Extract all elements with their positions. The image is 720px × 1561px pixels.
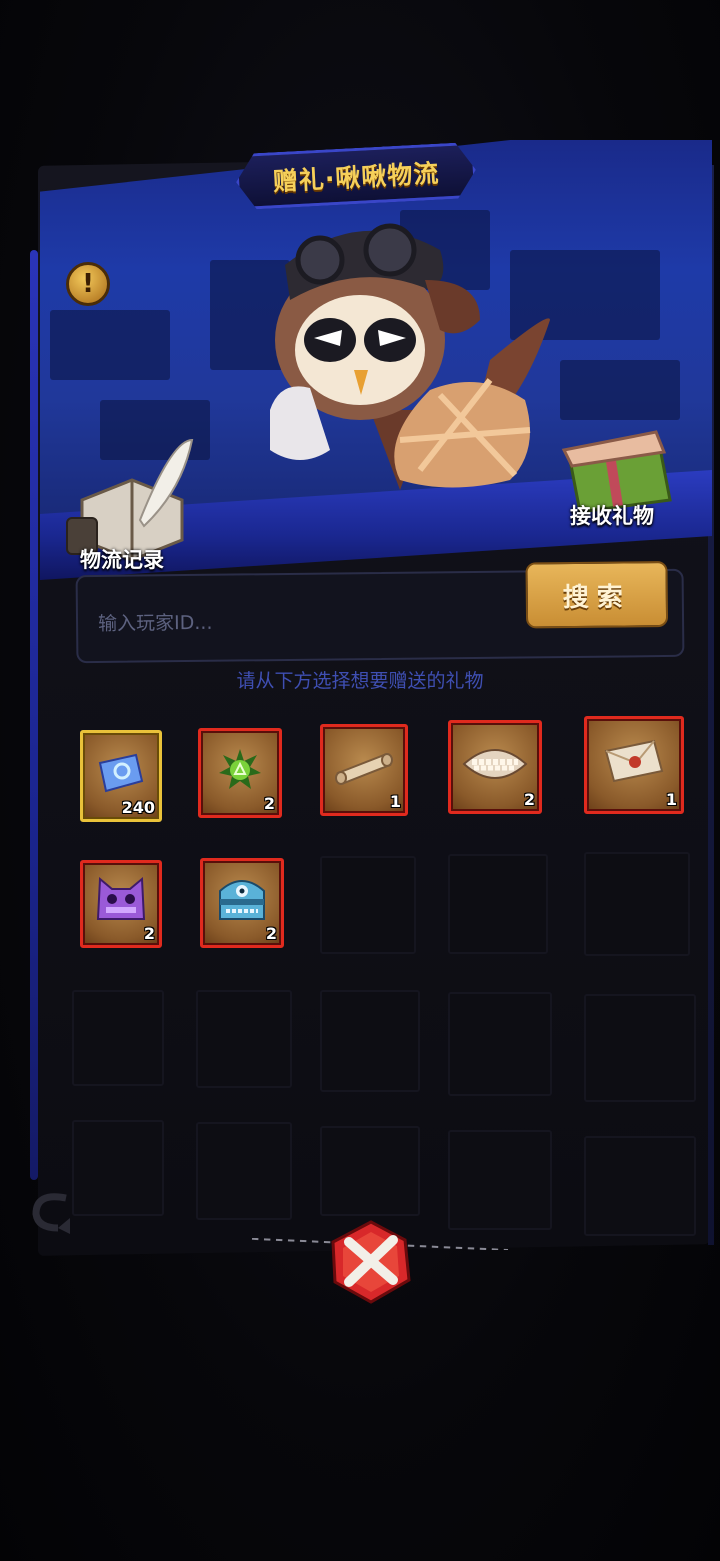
gift-slot[interactable]: 2 [80,860,162,948]
gift-slot[interactable]: 1 [320,724,408,816]
empty-slot[interactable] [584,994,696,1102]
gift-slot[interactable]: 2 [448,720,542,814]
empty-slot[interactable] [72,990,164,1086]
player-id-input[interactable] [97,602,479,641]
item-count: 2 [143,924,155,943]
back-arrow-icon[interactable] [26,1188,82,1234]
blue-chest-monster-icon [219,879,265,920]
gift-slot[interactable]: 2 [200,858,284,948]
gift-selection-hint: 请从下方选择想要赠送的礼物 [236,670,484,692]
item-count: 1 [389,792,401,811]
empty-slot[interactable] [448,854,548,954]
empty-slot[interactable] [584,1136,696,1236]
panel-left-edge [30,250,38,1180]
page-title: 赠礼·啾啾物流 [272,158,440,197]
receive-gift-label[interactable]: 接收礼物 [570,500,654,530]
empty-slot[interactable] [448,992,552,1096]
empty-slot[interactable] [72,1120,164,1216]
empty-slot[interactable] [448,1130,552,1230]
search-button[interactable]: 搜索 [525,560,669,629]
empty-slot[interactable] [196,1122,292,1220]
empty-slot[interactable] [196,990,292,1088]
game-screen: 赠礼·啾啾物流 ! 物流记录 接收礼物 搜 [0,0,720,1561]
empty-slot[interactable] [320,856,416,954]
gift-slot[interactable]: 1 [584,716,684,814]
search-bar: 搜索 [75,560,685,664]
teeth-icon [462,749,528,780]
scroll-icon [335,752,393,785]
exclamation-icon: ! [82,269,94,299]
info-button[interactable]: ! [66,262,110,306]
gift-slot[interactable]: 2 [198,728,282,818]
owl-courier-character [270,223,550,490]
logistics-record-label[interactable]: 物流记录 [80,544,164,574]
item-count: 1 [665,790,677,809]
ticket-icon [98,753,144,792]
item-count: 2 [523,790,535,809]
green-orb-icon [219,748,261,789]
item-count: 2 [265,924,277,943]
letter-icon [604,740,664,783]
purple-monster-icon [96,876,146,920]
empty-slot[interactable] [584,852,690,956]
empty-slot[interactable] [320,1126,420,1216]
item-count: 2 [263,794,275,813]
item-count: 240 [121,798,155,817]
empty-slot[interactable] [320,990,420,1092]
close-button[interactable] [327,1218,415,1306]
gift-slot[interactable]: 240 [80,730,162,822]
